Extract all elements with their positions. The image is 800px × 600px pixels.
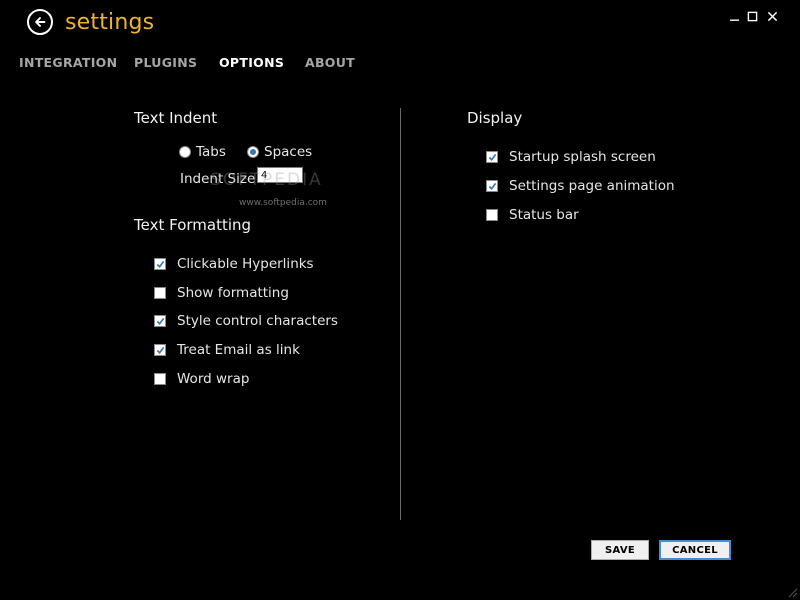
resize-grip-icon[interactable] bbox=[786, 586, 798, 598]
column-divider bbox=[400, 108, 401, 520]
option-label: Style control characters bbox=[177, 313, 338, 329]
option-word-wrap[interactable]: Word wrap bbox=[154, 371, 249, 387]
option-status-bar[interactable]: Status bar bbox=[486, 207, 579, 223]
checkbox[interactable] bbox=[486, 151, 498, 163]
radio-spaces-label: Spaces bbox=[264, 144, 313, 160]
text-indent-heading: Text Indent bbox=[134, 109, 218, 127]
radio-spaces-indicator[interactable] bbox=[247, 146, 259, 158]
tab-about[interactable]: ABOUT bbox=[305, 55, 355, 70]
tab-integration[interactable]: INTEGRATION bbox=[19, 55, 117, 70]
text-formatting-heading: Text Formatting bbox=[134, 216, 252, 234]
radio-spaces[interactable]: Spaces bbox=[247, 144, 312, 160]
option-label: Status bar bbox=[509, 207, 579, 223]
radio-tabs-label: Tabs bbox=[196, 144, 226, 160]
watermark-url: www.softpedia.com bbox=[239, 198, 327, 208]
check-icon bbox=[156, 317, 164, 325]
check-icon bbox=[156, 346, 164, 354]
watermark-brand: SOFTPEDIA bbox=[210, 170, 323, 190]
maximize-icon bbox=[747, 11, 757, 21]
option-style-control-characters[interactable]: Style control characters bbox=[154, 313, 338, 329]
radio-tabs[interactable]: Tabs bbox=[179, 144, 226, 160]
check-icon bbox=[488, 153, 496, 161]
option-label: Settings page animation bbox=[509, 178, 675, 194]
minimize-button[interactable] bbox=[727, 9, 741, 23]
checkbox[interactable] bbox=[486, 180, 498, 192]
checkbox[interactable] bbox=[154, 344, 166, 356]
close-icon bbox=[767, 11, 777, 21]
checkbox[interactable] bbox=[154, 287, 166, 299]
close-button[interactable] bbox=[765, 9, 779, 23]
radio-tabs-indicator[interactable] bbox=[179, 146, 191, 158]
option-label: Show formatting bbox=[177, 285, 289, 301]
checkbox[interactable] bbox=[154, 373, 166, 385]
option-label: Treat Email as link bbox=[177, 342, 300, 358]
option-clickable-hyperlinks[interactable]: Clickable Hyperlinks bbox=[154, 256, 314, 272]
option-label: Clickable Hyperlinks bbox=[177, 256, 314, 272]
save-button[interactable]: SAVE bbox=[591, 540, 649, 560]
maximize-button[interactable] bbox=[745, 9, 759, 23]
minimize-icon bbox=[729, 18, 739, 21]
tab-plugins[interactable]: PLUGINS bbox=[134, 55, 197, 70]
option-show-formatting[interactable]: Show formatting bbox=[154, 285, 289, 301]
check-icon bbox=[488, 182, 496, 190]
arrow-left-icon bbox=[35, 17, 46, 27]
checkbox[interactable] bbox=[154, 315, 166, 327]
back-button[interactable] bbox=[27, 9, 53, 35]
cancel-button[interactable]: CANCEL bbox=[659, 540, 731, 560]
option-label: Startup splash screen bbox=[509, 149, 656, 165]
tab-options[interactable]: OPTIONS bbox=[219, 55, 284, 70]
radio-selected-dot bbox=[250, 149, 256, 155]
option-label: Word wrap bbox=[177, 371, 250, 387]
option-settings-page-animation[interactable]: Settings page animation bbox=[486, 178, 675, 194]
option-treat-email-as-link[interactable]: Treat Email as link bbox=[154, 342, 300, 358]
option-startup-splash-screen[interactable]: Startup splash screen bbox=[486, 149, 656, 165]
checkbox[interactable] bbox=[154, 258, 166, 270]
display-heading: Display bbox=[467, 109, 523, 127]
checkbox[interactable] bbox=[486, 209, 498, 221]
check-icon bbox=[156, 260, 164, 268]
page-title: settings bbox=[65, 10, 155, 35]
